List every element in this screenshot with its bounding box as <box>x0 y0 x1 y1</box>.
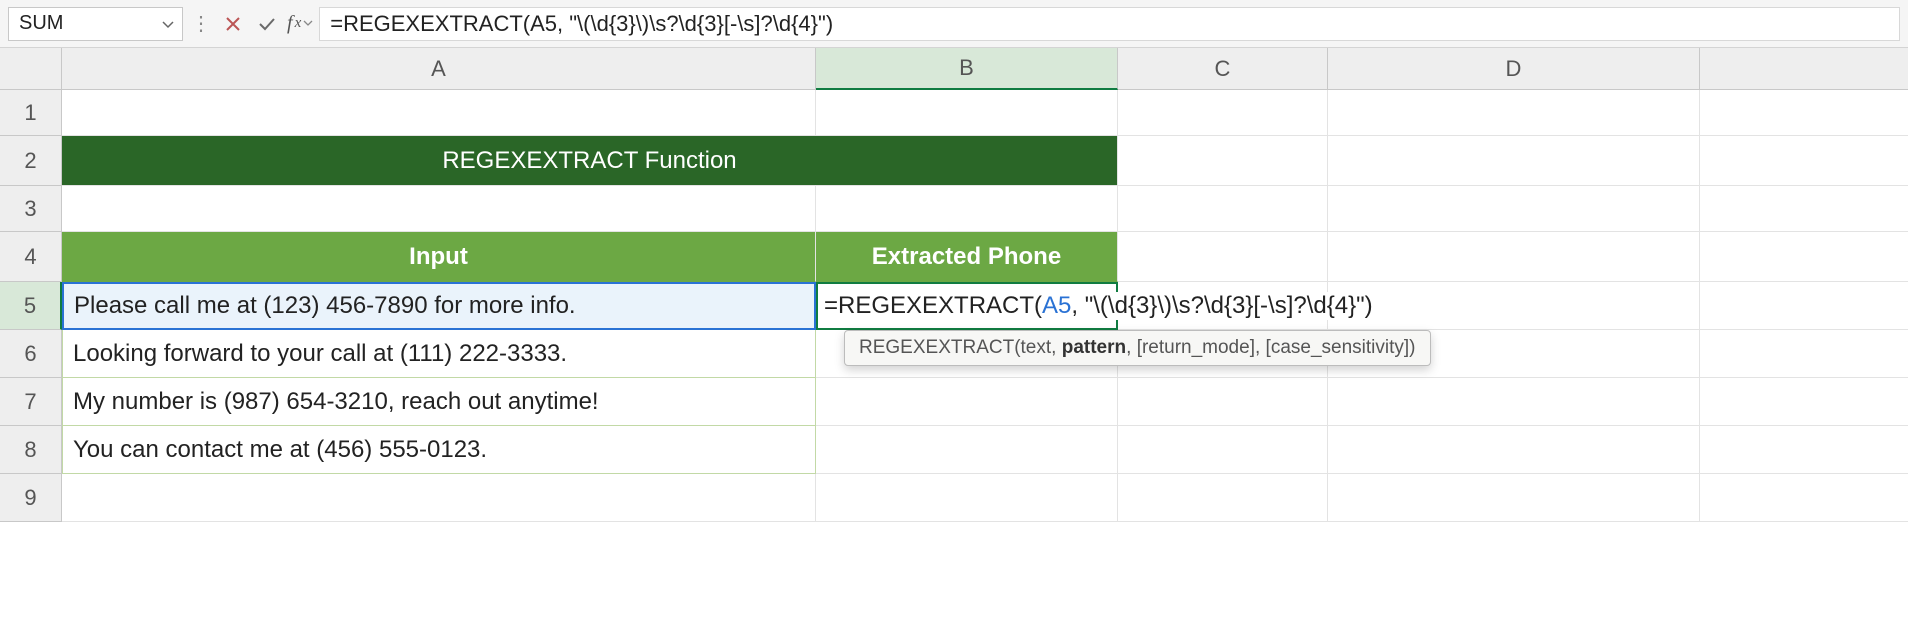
cell-e2[interactable] <box>1700 136 1908 186</box>
cell-c8[interactable] <box>1118 426 1328 474</box>
formula-bar: SUM ⋮ fx =REGEXEXTRACT(A5, "\(\d{3}\)\s?… <box>0 0 1908 48</box>
cell-e6[interactable] <box>1700 330 1908 378</box>
cell-e9[interactable] <box>1700 474 1908 522</box>
confirm-icon[interactable] <box>253 10 281 38</box>
cell-d2[interactable] <box>1328 136 1700 186</box>
cell-d1[interactable] <box>1328 90 1700 136</box>
header-extracted[interactable]: Extracted Phone <box>816 232 1118 282</box>
row-header-5[interactable]: 5 <box>0 282 62 330</box>
cell-b5-editing[interactable]: =REGEXEXTRACT(A5, "\(\d{3}\)\s?\d{3}[-\s… <box>816 282 1118 330</box>
row-header-1[interactable]: 1 <box>0 90 62 136</box>
cell-a6[interactable]: Looking forward to your call at (111) 22… <box>62 330 816 378</box>
cell-c1[interactable] <box>1118 90 1328 136</box>
cell-d9[interactable] <box>1328 474 1700 522</box>
cell-e7[interactable] <box>1700 378 1908 426</box>
cancel-icon[interactable] <box>219 10 247 38</box>
cell-c2[interactable] <box>1118 136 1328 186</box>
title-cell[interactable]: REGEXEXTRACT Function <box>62 136 1118 186</box>
cell-e8[interactable] <box>1700 426 1908 474</box>
cell-c7[interactable] <box>1118 378 1328 426</box>
col-header-d[interactable]: D <box>1328 48 1700 90</box>
formula-cell-ref: A5 <box>1042 292 1071 319</box>
row-header-3[interactable]: 3 <box>0 186 62 232</box>
cell-d4[interactable] <box>1328 232 1700 282</box>
col-header-c[interactable]: C <box>1118 48 1328 90</box>
cell-e5[interactable] <box>1700 282 1908 330</box>
name-box-value: SUM <box>19 12 63 35</box>
cell-b8[interactable] <box>816 426 1118 474</box>
row-header-4[interactable]: 4 <box>0 232 62 282</box>
formula-text: =REGEXEXTRACT(A5, "\(\d{3}\)\s?\d{3}[-\s… <box>330 11 833 37</box>
row-header-9[interactable]: 9 <box>0 474 62 522</box>
col-header-b[interactable]: B <box>816 48 1118 90</box>
cell-e4[interactable] <box>1700 232 1908 282</box>
cell-c9[interactable] <box>1118 474 1328 522</box>
cell-a8[interactable]: You can contact me at (456) 555-0123. <box>62 426 816 474</box>
cell-b7[interactable] <box>816 378 1118 426</box>
function-tooltip[interactable]: REGEXEXTRACT(text, pattern, [return_mode… <box>844 330 1431 366</box>
header-input[interactable]: Input <box>62 232 816 282</box>
col-header-a[interactable]: A <box>62 48 816 90</box>
row-header-7[interactable]: 7 <box>0 378 62 426</box>
cell-a1[interactable] <box>62 90 816 136</box>
row-header-2[interactable]: 2 <box>0 136 62 186</box>
cell-a9[interactable] <box>62 474 816 522</box>
spreadsheet-grid: A B C D 1 2 REGEXEXTRACT Function 3 4 In… <box>0 48 1908 522</box>
editing-formula: =REGEXEXTRACT(A5, "\(\d{3}\)\s?\d{3}[-\s… <box>824 292 1383 320</box>
cell-d7[interactable] <box>1328 378 1700 426</box>
row-header-8[interactable]: 8 <box>0 426 62 474</box>
name-box[interactable]: SUM <box>8 7 183 41</box>
cell-b1[interactable] <box>816 90 1118 136</box>
formula-input[interactable]: =REGEXEXTRACT(A5, "\(\d{3}\)\s?\d{3}[-\s… <box>319 7 1900 41</box>
cell-c4[interactable] <box>1118 232 1328 282</box>
cell-a7[interactable]: My number is (987) 654-3210, reach out a… <box>62 378 816 426</box>
cell-e3[interactable] <box>1700 186 1908 232</box>
col-header-e[interactable] <box>1700 48 1908 90</box>
cell-d8[interactable] <box>1328 426 1700 474</box>
cell-a3[interactable] <box>62 186 816 232</box>
cell-d3[interactable] <box>1328 186 1700 232</box>
divider: ⋮ <box>189 11 213 36</box>
chevron-down-icon[interactable] <box>162 12 174 35</box>
cell-b9[interactable] <box>816 474 1118 522</box>
cell-c3[interactable] <box>1118 186 1328 232</box>
cell-d5[interactable] <box>1328 282 1700 330</box>
row-header-6[interactable]: 6 <box>0 330 62 378</box>
cell-a5[interactable]: Please call me at (123) 456-7890 for mor… <box>62 282 816 330</box>
select-all-corner[interactable] <box>0 48 62 90</box>
cell-b3[interactable] <box>816 186 1118 232</box>
cell-e1[interactable] <box>1700 90 1908 136</box>
fx-icon[interactable]: fx <box>287 12 313 35</box>
chevron-down-icon <box>303 16 313 32</box>
